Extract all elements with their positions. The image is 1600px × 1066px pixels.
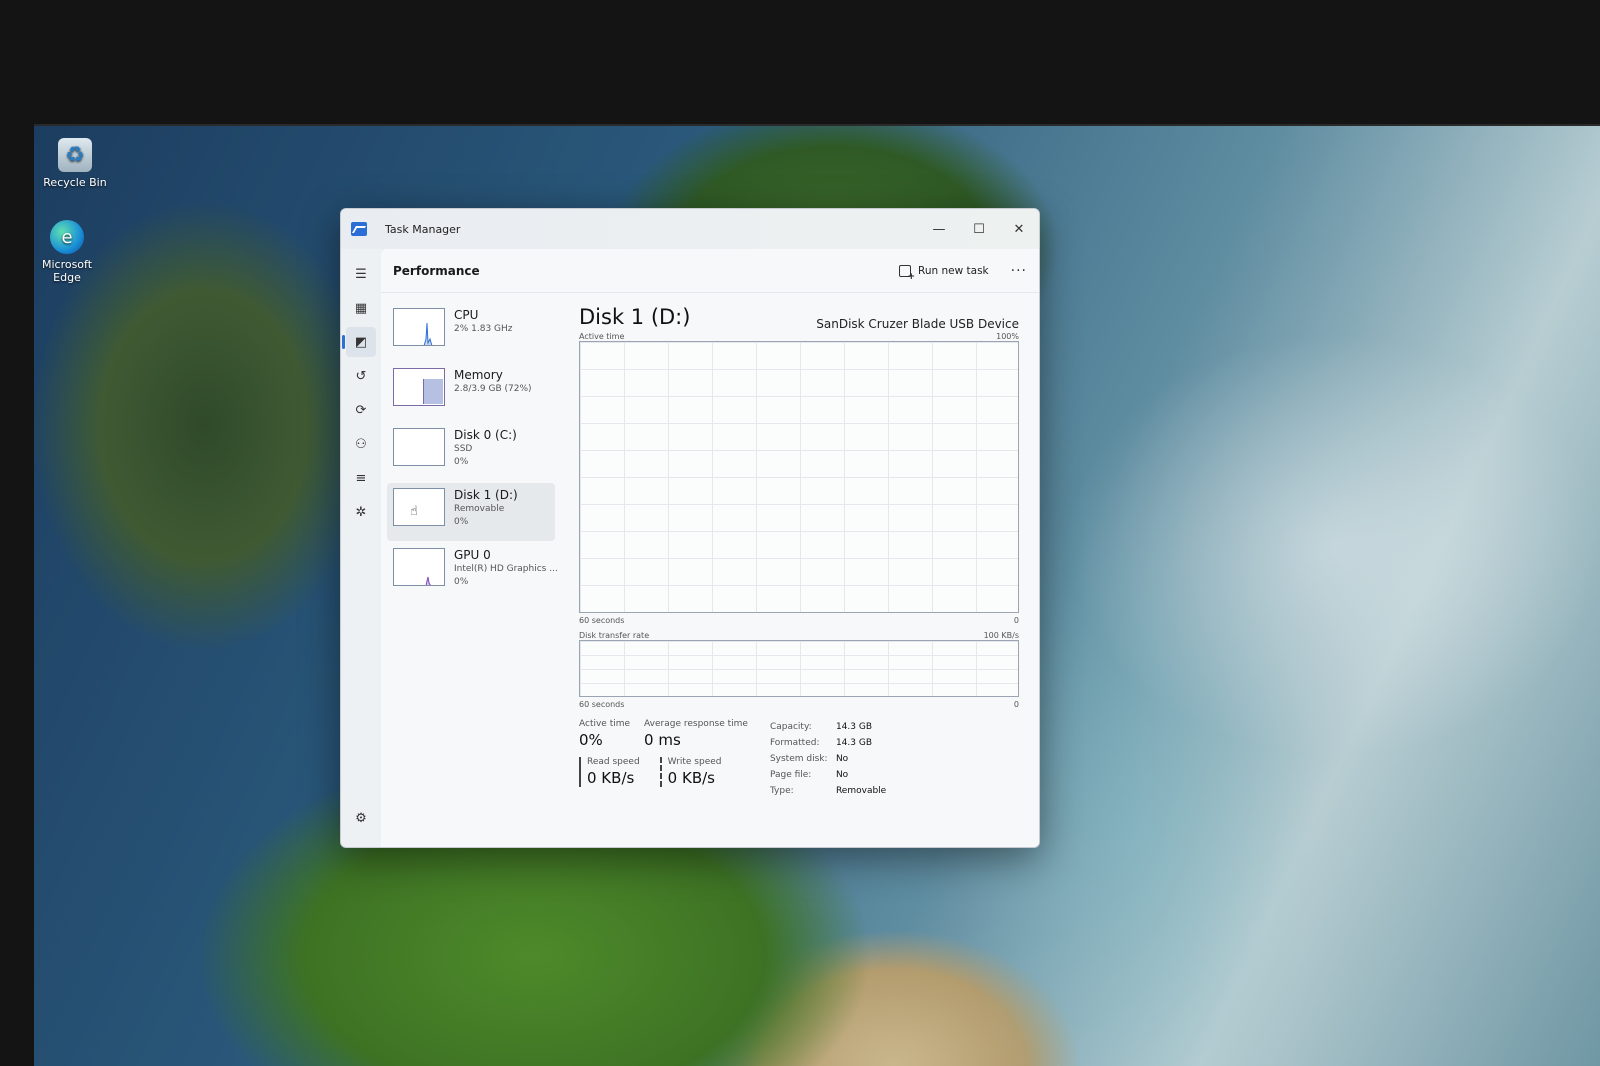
services-icon[interactable]: ✲ — [346, 497, 376, 527]
run-task-icon — [899, 264, 915, 282]
desktop-icon-label: Microsoft Edge — [41, 258, 93, 284]
transfer-rate-graph-max: 100 KB/s — [983, 631, 1019, 640]
device-type: Removable — [454, 504, 505, 514]
device-name: Memory — [454, 368, 503, 382]
device-usage: 0% — [454, 517, 469, 527]
active-time-graph — [579, 341, 1019, 613]
minimize-button[interactable]: — — [919, 209, 959, 249]
device-usage: 0% — [454, 457, 469, 467]
property-row: System disk: No — [769, 754, 849, 764]
run-new-task-button[interactable]: Run new task — [899, 264, 989, 282]
desktop-icon-edge[interactable]: e Microsoft Edge — [32, 220, 102, 284]
recycle-bin-icon: ♻ — [58, 138, 92, 172]
gpu-thumbnail-graph — [393, 548, 445, 586]
write-speed: Write speed 0 KB/s — [659, 757, 722, 787]
processes-icon[interactable]: ▦ — [346, 293, 376, 323]
edge-icon: e — [50, 220, 84, 254]
write-speed-value: 0 KB/s — [667, 769, 715, 787]
device-stat: 2% 1.83 GHz — [454, 324, 513, 334]
device-model: SanDisk Cruzer Blade USB Device — [816, 317, 1019, 331]
transfer-rate-graph-span: 60 seconds — [579, 700, 625, 709]
active-time-value: 0% — [579, 731, 603, 749]
title-bar[interactable]: Task Manager — ☐ ✕ — [341, 209, 1039, 249]
cpu-sparkline — [423, 322, 433, 345]
read-speed: Read speed 0 KB/s — [579, 757, 640, 787]
active-time-graph-min: 0 — [1013, 616, 1019, 625]
task-manager-window: Task Manager — ☐ ✕ ☰ ▦ ◩ ↺ ⟳ ⚇ ≡ ✲ ⚙ Per… — [340, 208, 1040, 848]
avg-response-label: Average response time — [644, 719, 748, 729]
device-usage: 0% — [454, 577, 469, 587]
page-header: Performance Run new task ··· — [381, 249, 1039, 293]
device-memory[interactable]: Memory 2.8/3.9 GB (72%) — [387, 363, 555, 421]
run-new-task-label: Run new task — [918, 264, 989, 277]
memory-fill — [423, 379, 443, 404]
active-time-graph-max: 100% — [996, 332, 1019, 341]
device-type: SSD — [454, 444, 473, 454]
avg-response-value: 0 ms — [644, 731, 681, 749]
app-history-icon[interactable]: ↺ — [346, 361, 376, 391]
disk-properties: Capacity: 14.3 GB Formatted: 14.3 GB Syste… — [770, 719, 886, 799]
active-time-label: Active time — [579, 719, 631, 729]
write-speed-label: Write speed — [667, 757, 722, 767]
gpu-sparkline — [425, 576, 431, 585]
memory-thumbnail-graph — [393, 368, 445, 406]
gear-icon[interactable]: ⚙ — [346, 803, 376, 833]
device-stat: 2.8/3.9 GB (72%) — [454, 384, 532, 394]
more-options-button[interactable]: ··· — [1011, 263, 1027, 279]
desktop-icon-label: Recycle Bin — [43, 176, 107, 189]
transfer-rate-graph-min: 0 — [1013, 700, 1019, 709]
disk1-thumbnail-graph: ☝ — [393, 488, 445, 526]
property-row: Page file: No — [769, 770, 849, 780]
transfer-rate-graph — [579, 640, 1019, 697]
property-row: Capacity: 14.3 GB — [769, 722, 873, 732]
device-type: Intel(R) HD Graphics ... — [454, 564, 558, 574]
disk-stats: Active time 0% Average response time 0 m… — [579, 719, 1019, 799]
device-list: CPU 2% 1.83 GHz Memory 2.8/3.9 GB (72%) … — [387, 303, 558, 603]
performance-icon[interactable]: ◩ — [342, 327, 376, 357]
device-cpu[interactable]: CPU 2% 1.83 GHz — [387, 303, 555, 361]
device-name: Disk 1 (D:) — [454, 488, 518, 502]
read-speed-label: Read speed — [587, 757, 640, 767]
page-title: Performance — [393, 263, 480, 278]
disk-detail-panel: Disk 1 (D:) SanDisk Cruzer Blade USB Dev… — [579, 305, 1019, 799]
transfer-rate-graph-label: Disk transfer rate — [579, 631, 650, 640]
navigation-rail: ☰ ▦ ◩ ↺ ⟳ ⚇ ≡ ✲ ⚙ — [341, 249, 381, 847]
users-icon[interactable]: ⚇ — [346, 429, 376, 459]
property-row: Type: Removable — [769, 786, 887, 796]
read-speed-value: 0 KB/s — [587, 769, 635, 787]
window-title: Task Manager — [385, 222, 461, 236]
active-time-graph-span: 60 seconds — [579, 616, 625, 625]
maximize-button[interactable]: ☐ — [959, 209, 999, 249]
close-button[interactable]: ✕ — [999, 209, 1039, 249]
disk0-thumbnail-graph — [393, 428, 445, 466]
startup-apps-icon[interactable]: ⟳ — [346, 395, 376, 425]
active-time-graph-label: Active time — [579, 332, 625, 341]
hand-cursor-icon: ☝ — [410, 504, 418, 519]
cpu-thumbnail-graph — [393, 308, 445, 346]
device-name: CPU — [454, 308, 479, 322]
device-name: Disk 0 (C:) — [454, 428, 517, 442]
desktop-icon-recycle-bin[interactable]: ♻ Recycle Bin — [40, 138, 110, 189]
details-icon[interactable]: ≡ — [346, 463, 376, 493]
device-name: GPU 0 — [454, 548, 491, 562]
device-disk-1[interactable]: ☝ Disk 1 (D:) Removable 0% — [387, 483, 555, 541]
device-disk-0[interactable]: Disk 0 (C:) SSD 0% — [387, 423, 555, 481]
property-row: Formatted: 14.3 GB — [769, 738, 873, 748]
hamburger-menu-icon[interactable]: ☰ — [346, 259, 376, 289]
device-gpu-0[interactable]: GPU 0 Intel(R) HD Graphics ... 0% — [387, 543, 558, 601]
performance-page: Performance Run new task ··· CPU 2% 1.83… — [381, 249, 1039, 847]
task-manager-icon — [351, 222, 367, 236]
